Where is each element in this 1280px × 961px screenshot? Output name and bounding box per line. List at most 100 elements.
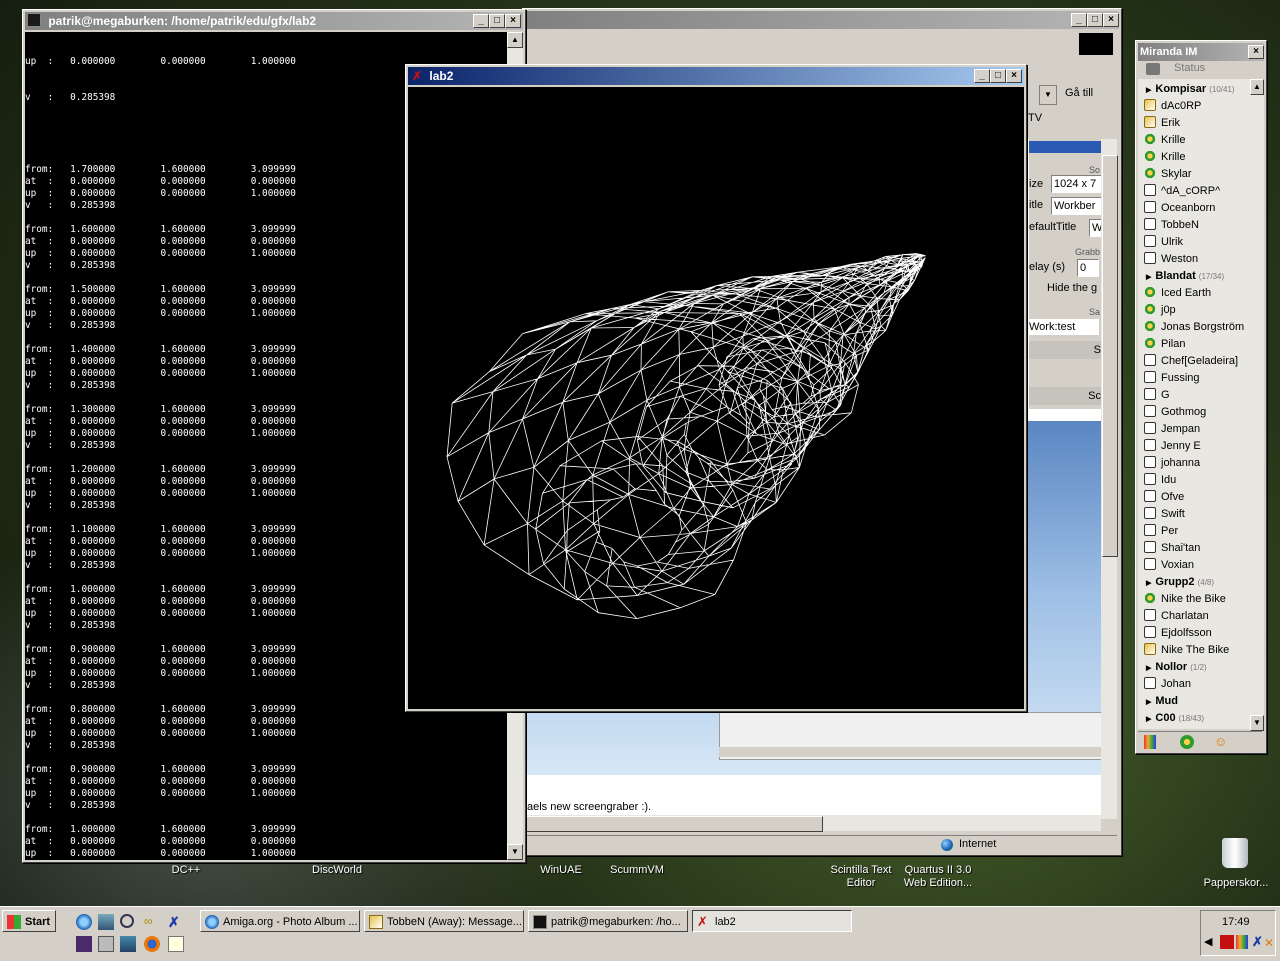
user-icon[interactable]: ☺ — [1214, 735, 1228, 749]
contact-item[interactable]: Charlatan — [1144, 608, 1209, 625]
contact-item[interactable]: Erik — [1144, 115, 1180, 132]
contact-item[interactable]: Jonas Borgström — [1144, 319, 1244, 336]
task-button-amiga[interactable]: Amiga.org - Photo Album ... — [200, 910, 360, 932]
contact-item[interactable]: Oceanborn — [1144, 200, 1215, 217]
contact-item[interactable]: Krille — [1144, 132, 1185, 149]
contact-item[interactable]: G — [1144, 387, 1170, 404]
menu-icon[interactable] — [1144, 735, 1156, 749]
calculator-icon[interactable] — [98, 936, 114, 952]
contact-list-scrollbar[interactable] — [1250, 79, 1264, 729]
maximize-button[interactable]: □ — [489, 14, 505, 28]
scroll-up-button[interactable]: ▲ — [1250, 79, 1264, 95]
contact-item[interactable]: Voxian — [1144, 557, 1194, 574]
tray-app-icon-2[interactable] — [1236, 935, 1248, 949]
status-row[interactable]: Status — [1138, 61, 1262, 77]
minimize-button[interactable]: _ — [974, 69, 990, 83]
delay-field[interactable]: 0 — [1077, 259, 1099, 277]
scroll-down-button[interactable]: ▼ — [507, 844, 523, 860]
desktop-icon-winuae[interactable]: WinUAE — [533, 864, 589, 876]
tray-user-icon[interactable]: ✕ — [1264, 936, 1274, 950]
desktop-icon[interactable] — [120, 936, 136, 952]
contact-item[interactable]: Jenny E — [1144, 438, 1201, 455]
contact-group[interactable]: ▶ Nollor (1/2) — [1146, 659, 1207, 676]
s-button[interactable]: S — [1029, 341, 1101, 359]
contact-group[interactable]: ▶ Grupp2 (4/8) — [1146, 574, 1214, 591]
contact-item[interactable]: Nike the Bike — [1144, 591, 1226, 608]
contact-item[interactable]: Johan — [1144, 676, 1191, 693]
work-field[interactable]: Work:test — [1027, 319, 1099, 335]
contact-item[interactable]: Weston — [1144, 251, 1198, 268]
thumbnail-scrollbar[interactable] — [719, 747, 1101, 757]
close-button[interactable]: × — [1103, 13, 1119, 27]
contact-item[interactable]: Gothmog — [1144, 404, 1206, 421]
contact-group[interactable]: ▶ Kompisar (10/41) — [1146, 81, 1235, 98]
firefox-icon[interactable] — [144, 936, 160, 952]
tray-x-icon[interactable]: ✗ — [1252, 934, 1263, 950]
contact-item[interactable]: ^dA_cORP^ — [1144, 183, 1220, 200]
contact-item[interactable]: Swift — [1144, 506, 1185, 523]
contact-item[interactable]: Jempan — [1144, 421, 1200, 438]
recycle-bin-icon[interactable] — [1222, 838, 1248, 868]
contact-item[interactable]: Chef[Geladeira] — [1144, 353, 1238, 370]
close-button[interactable]: × — [505, 14, 521, 28]
go-button[interactable]: Gå till — [1065, 87, 1093, 99]
close-button[interactable]: × — [1006, 69, 1022, 83]
size-field[interactable]: 1024 x 7 — [1051, 175, 1103, 193]
volume-icon[interactable]: ◀ — [1204, 936, 1216, 948]
desktop-icon-scummvm[interactable]: ScummVM — [604, 864, 670, 876]
clock[interactable]: 17:49 — [1222, 916, 1250, 928]
contact-item[interactable]: Nike The Bike — [1144, 642, 1229, 659]
minimize-button[interactable]: _ — [1071, 13, 1087, 27]
miranda-window[interactable]: Miranda IM × Status ▶ Kompisar (10/41) dAc… — [1135, 40, 1267, 754]
contact-item[interactable]: Per — [1144, 523, 1178, 540]
task-button-lab2[interactable]: ✗ lab2 — [692, 910, 852, 932]
x-icon[interactable]: ✗ — [168, 914, 184, 930]
miranda-title-bar[interactable]: Miranda IM — [1138, 43, 1264, 61]
desktop-icon-recycle-bin[interactable]: Papperskor... — [1198, 877, 1274, 889]
desktop-icon-discworld[interactable]: DiscWorld — [302, 864, 372, 876]
browser-hscroll-thumb[interactable] — [525, 816, 823, 832]
maximize-button[interactable]: □ — [990, 69, 1006, 83]
task-button-terminal[interactable]: patrik@megaburken: /ho... — [528, 910, 688, 932]
terminal-title-bar[interactable]: patrik@megaburken: /home/patrik/edu/gfx/… — [25, 12, 523, 30]
search-icon[interactable] — [120, 914, 134, 928]
contact-group[interactable]: ▶ Blandat (17/34) — [1146, 268, 1224, 285]
render-canvas[interactable] — [408, 87, 1024, 709]
contact-item[interactable]: johanna — [1144, 455, 1200, 472]
close-button[interactable]: × — [1248, 45, 1264, 59]
sc-button[interactable]: Sc — [1029, 387, 1101, 405]
contact-item[interactable]: Shai'tan — [1144, 540, 1200, 557]
app-icon[interactable] — [76, 936, 92, 952]
glasses-icon[interactable]: ∞ — [144, 914, 160, 930]
maximize-button[interactable]: □ — [1087, 13, 1103, 27]
contact-item[interactable]: Iced Earth — [1144, 285, 1211, 302]
browser-title-bar[interactable] — [525, 11, 1119, 29]
contact-list[interactable]: ▶ Kompisar (10/41) dAc0RP Erik Krille Krille S… — [1138, 79, 1250, 729]
scroll-down-button[interactable]: ▼ — [1250, 715, 1264, 731]
contact-item[interactable]: Ofve — [1144, 489, 1184, 506]
address-dropdown-icon[interactable]: ▼ — [1039, 85, 1057, 105]
desktop-icon-quartus[interactable]: Quartus II 3.0 Web Edition... — [898, 864, 978, 890]
desktop-icon-scintilla[interactable]: Scintilla Text Editor — [826, 864, 896, 890]
title-field[interactable]: Workber — [1051, 197, 1103, 215]
start-button[interactable]: Start — [2, 910, 56, 932]
contact-item[interactable]: Krille — [1144, 149, 1185, 166]
contact-group[interactable]: ▶ C00 (18/43) — [1146, 710, 1204, 727]
contact-item[interactable]: Idu — [1144, 472, 1176, 489]
contact-item[interactable]: j0p — [1144, 302, 1176, 319]
tv-link[interactable]: TV — [1028, 112, 1042, 124]
lab2-window[interactable]: ✗ lab2 _ □ × — [405, 64, 1027, 712]
minimize-button[interactable]: _ — [473, 14, 489, 28]
contact-item[interactable]: Fussing — [1144, 370, 1200, 387]
contact-item[interactable]: Ejdolfsson — [1144, 625, 1212, 642]
desktop-icon-dcpp[interactable]: DC++ — [160, 864, 212, 876]
tray-app-icon[interactable] — [1220, 935, 1234, 949]
lab2-title-bar[interactable]: ✗ lab2 — [408, 67, 1024, 85]
network-icon[interactable] — [98, 914, 114, 930]
browser-vscroll-thumb[interactable] — [1102, 155, 1118, 557]
contact-item[interactable]: Ulrik — [1144, 234, 1183, 251]
contact-item[interactable]: Skylar — [1144, 166, 1192, 183]
notepad-icon[interactable] — [168, 936, 184, 952]
contact-item[interactable]: Pilan — [1144, 336, 1185, 353]
contact-item[interactable]: dAc0RP — [1144, 98, 1201, 115]
